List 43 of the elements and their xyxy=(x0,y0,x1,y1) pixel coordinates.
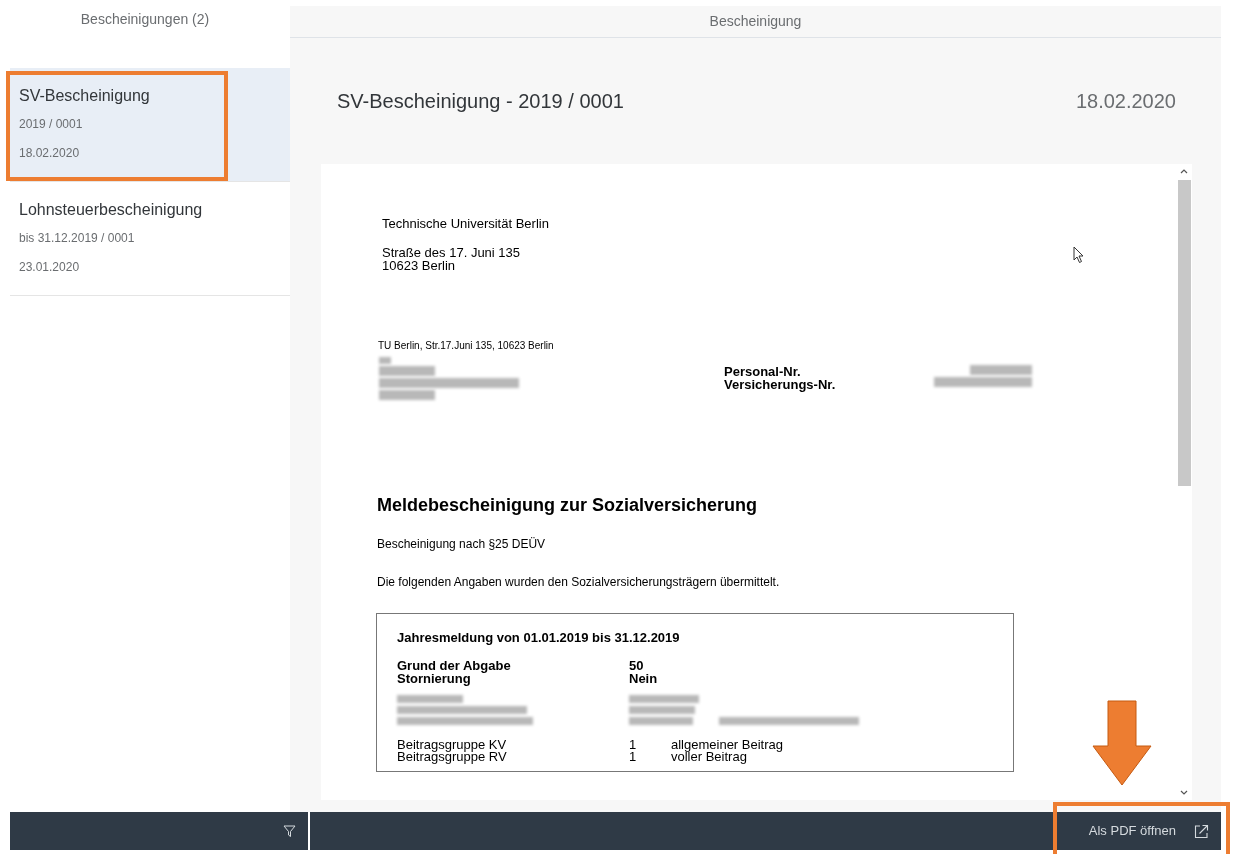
filter-icon[interactable] xyxy=(283,824,296,838)
item-title: Lohnsteuerbescheinigung xyxy=(19,200,204,220)
item-subtitle: 2019 / 0001 xyxy=(19,116,84,133)
sender-street: Straße des 17. Juni 135 xyxy=(382,245,522,259)
field-label: Beitragsgruppe RV xyxy=(397,751,508,763)
field-value: 1 xyxy=(629,751,638,763)
list-title: Bescheinigungen (2) xyxy=(79,9,211,29)
external-link-icon xyxy=(1194,823,1209,839)
field-value: 1 xyxy=(629,739,638,751)
field-value: 50 xyxy=(629,659,644,672)
document-date: 18.02.2020 xyxy=(1075,89,1176,114)
item-date: 23.01.2020 xyxy=(19,259,81,276)
field-label: Versicherungs-Nr. xyxy=(724,377,837,391)
document-heading: Meldebescheinigung zur Sozialversicherung xyxy=(377,493,759,517)
paragraph: Die folgenden Angaben wurden den Sozialversicherungsträgern übermittelt. xyxy=(377,573,781,591)
scroll-thumb[interactable] xyxy=(1177,180,1191,486)
document-title: SV-Bescheinigung - 2019 / 0001 xyxy=(337,89,624,114)
item-date: 18.02.2020 xyxy=(19,145,81,162)
paragraph: Bescheinigung nach §25 DEÜV xyxy=(377,535,547,553)
down-arrow-icon xyxy=(1092,700,1152,786)
box-title: Jahresmeldung von 01.01.2019 bis 31.12.2019 xyxy=(397,628,681,647)
field-value: Nein xyxy=(629,672,658,685)
return-address: TU Berlin, Str.17.Juni 135, 10623 Berlin xyxy=(378,338,555,353)
redacted-text xyxy=(629,695,699,703)
field-label: Stornierung xyxy=(397,672,471,685)
panel-header: Bescheinigung xyxy=(290,6,1221,38)
open-pdf-button[interactable]: Als PDF öffnen xyxy=(1088,821,1209,841)
field-label: Beitragsgruppe KV xyxy=(397,739,508,751)
mouse-cursor-icon xyxy=(1073,246,1085,264)
item-subtitle: bis 31.12.2019 / 0001 xyxy=(19,230,136,247)
sender-name: Technische Universität Berlin xyxy=(382,215,550,233)
redacted-text xyxy=(629,706,695,714)
scroll-down-icon[interactable] xyxy=(1180,790,1188,796)
field-label: Grund der Abgabe xyxy=(397,659,512,672)
field-label: Personal-Nr. xyxy=(724,364,802,378)
field-description: voller Beitrag xyxy=(671,751,747,763)
sender-city: 10623 Berlin xyxy=(382,258,456,272)
redacted-text xyxy=(397,695,463,703)
redacted-text xyxy=(629,717,693,725)
field-description: allgemeiner Beitrag xyxy=(671,739,783,751)
list-item[interactable]: SV-Bescheinigung 2019 / 0001 18.02.2020 xyxy=(10,68,290,182)
item-title: SV-Bescheinigung xyxy=(19,86,151,106)
scroll-up-icon[interactable] xyxy=(1180,168,1188,174)
